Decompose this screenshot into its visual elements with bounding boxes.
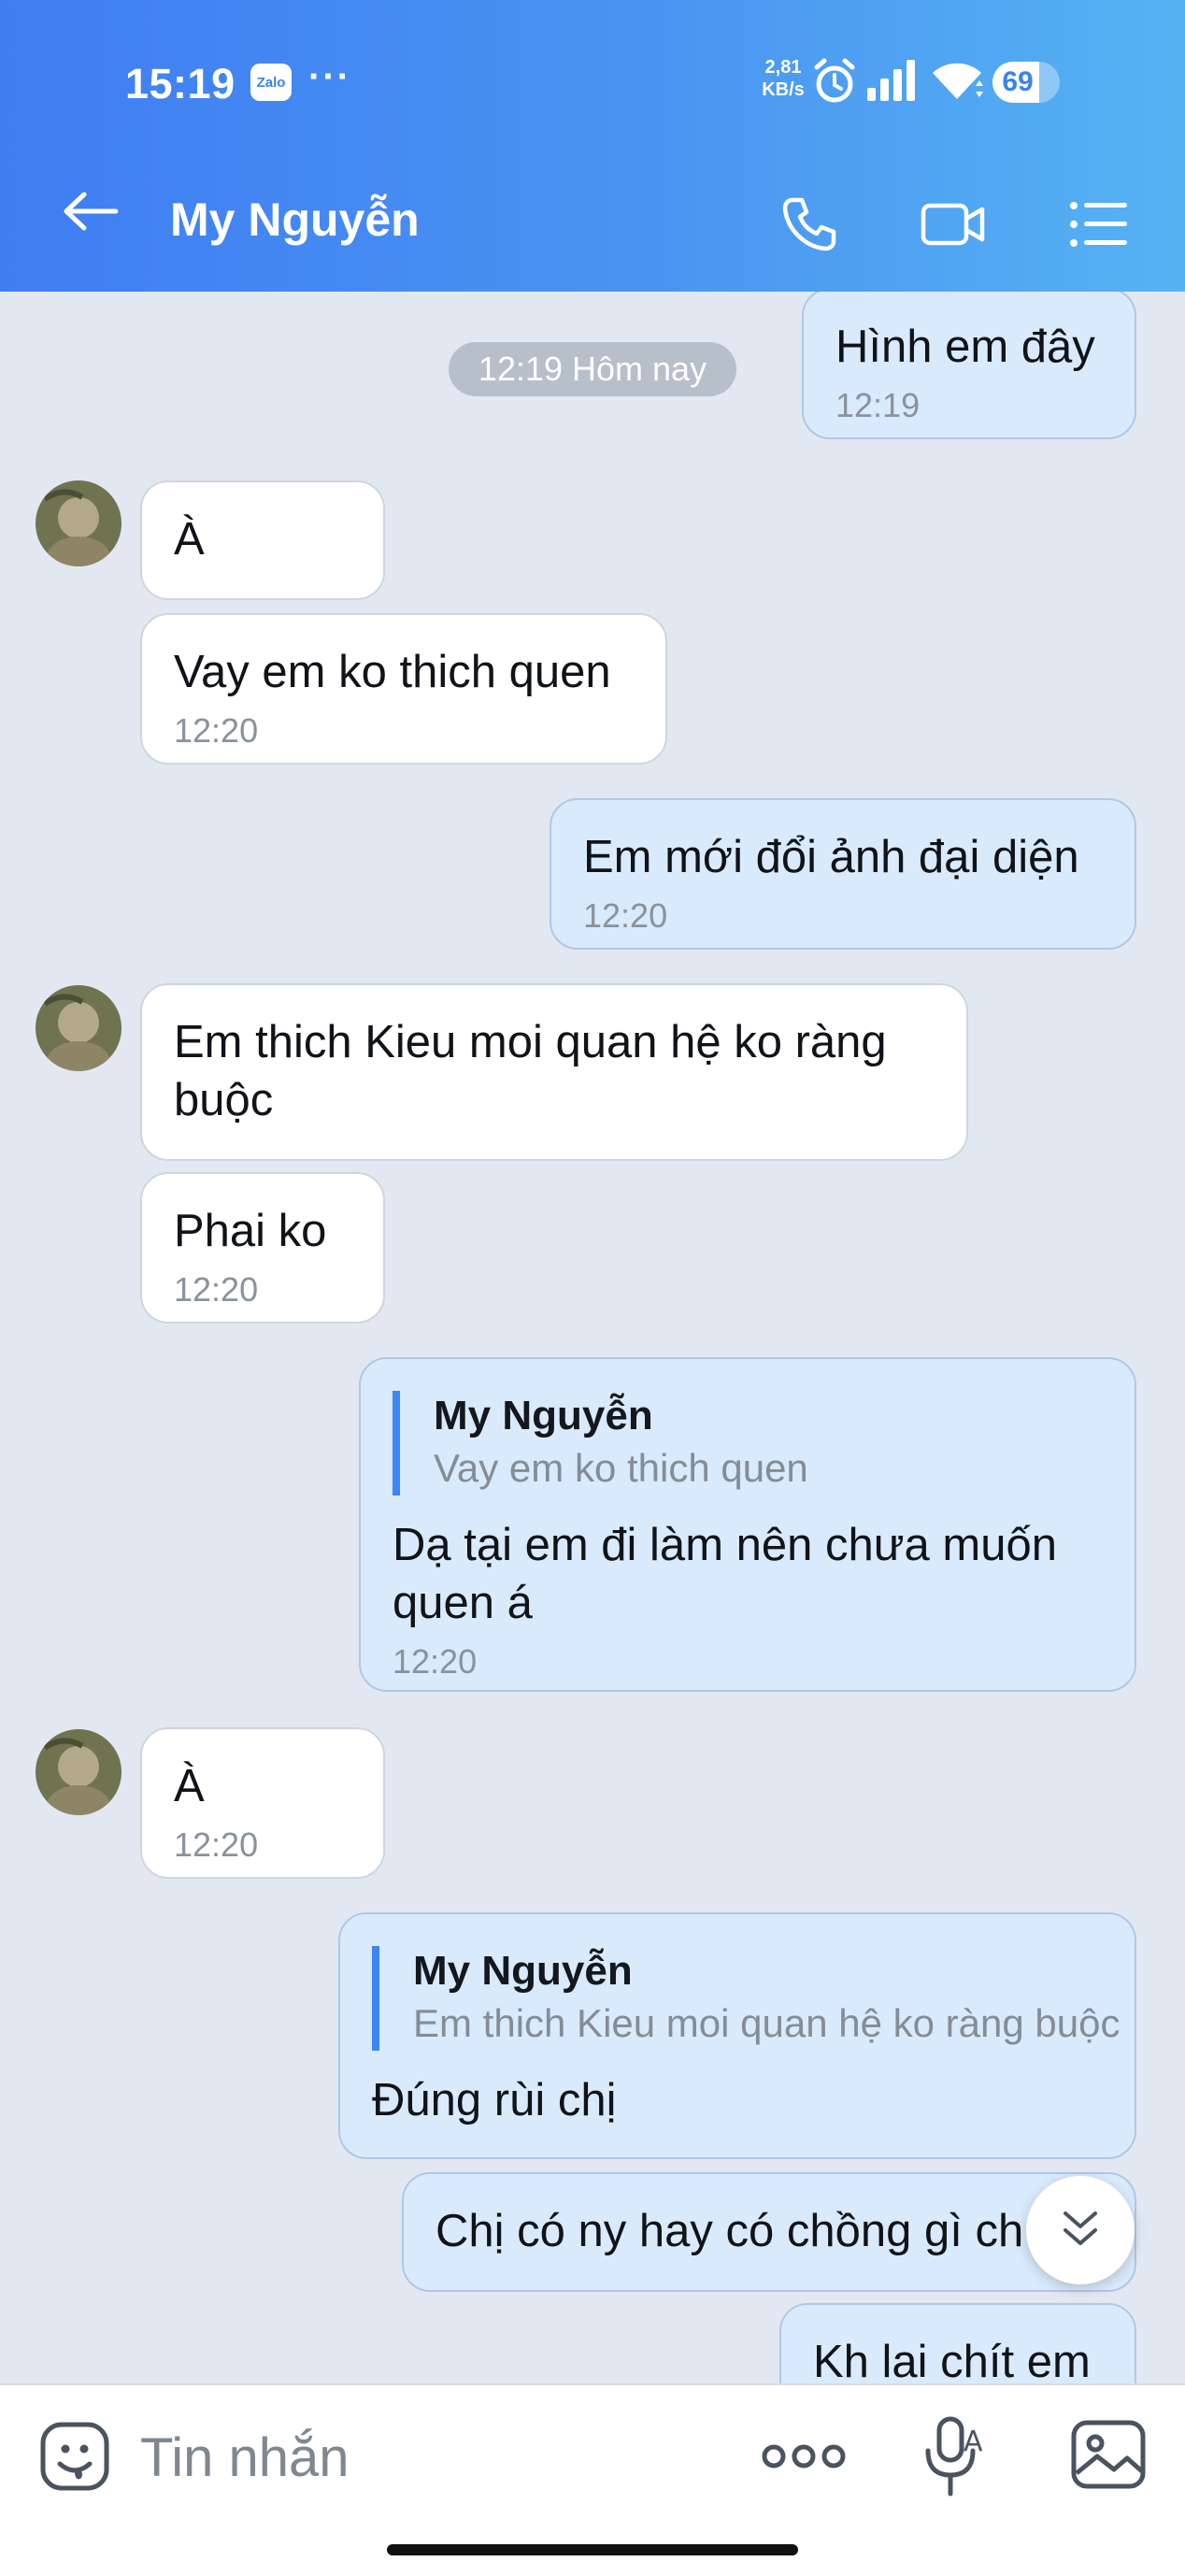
sticker-icon[interactable] <box>36 2417 114 2496</box>
chat-area[interactable]: Hình em đây 12:19 12:19 Hôm nay À Vay em… <box>0 292 1185 2383</box>
message-bubble[interactable]: À 12:20 <box>140 1727 385 1879</box>
quoted-text: Em thich Kieu moi quan hệ ko ràng buộc <box>413 2001 1121 2045</box>
message-text: À <box>174 514 205 565</box>
message-text: Đúng rùi chị <box>372 2075 617 2125</box>
quoted-text: Vay em ko thich quen <box>434 1446 808 1490</box>
message-input[interactable]: Tin nhắn <box>140 2426 350 2489</box>
net-speed-unit: KB/s <box>762 79 805 100</box>
message-bubble[interactable]: À <box>140 480 385 600</box>
status-time: 15:19 <box>125 60 236 107</box>
net-speed: 2,81 KB/s <box>759 56 807 101</box>
net-speed-value: 2,81 <box>764 57 802 78</box>
quoted-message[interactable]: My Nguyễn Vay em ko thich quen <box>393 1391 1103 1496</box>
message-text: Dạ tại em đi làm nên chưa muốn quen á <box>393 1520 1057 1628</box>
wifi-icon <box>929 58 985 109</box>
message-bubble[interactable]: Em mới đổi ảnh đại diện 12:20 <box>550 798 1136 950</box>
contact-name[interactable]: My Nguyễn <box>170 193 420 247</box>
quoted-sender: My Nguyễn <box>434 1393 653 1438</box>
battery-level: 69 <box>1002 66 1034 97</box>
image-icon[interactable] <box>1067 2413 1149 2496</box>
message-time: 12:19 <box>835 386 921 424</box>
message-time: 12:20 <box>393 1642 478 1681</box>
reply-message-bubble[interactable]: My Nguyễn Vay em ko thich quen Dạ tại em… <box>359 1357 1136 1692</box>
reply-message-bubble[interactable]: My Nguyễn Em thich Kieu moi quan hệ ko r… <box>338 1912 1136 2159</box>
message-text: À <box>174 1761 205 1811</box>
message-bubble[interactable]: Phai ko 12:20 <box>140 1172 385 1324</box>
avatar[interactable] <box>36 985 121 1071</box>
avatar[interactable] <box>36 480 121 566</box>
avatar[interactable] <box>36 1729 121 1815</box>
message-text: Em mới đổi ảnh đại diện <box>583 832 1079 882</box>
signal-icon <box>865 58 918 109</box>
message-time: 12:20 <box>583 896 668 935</box>
message-bubble[interactable]: Hình em đây 12:19 <box>802 292 1136 439</box>
message-text: Hình em đây <box>835 322 1095 372</box>
message-text: Kh lai chít em <box>813 2337 1091 2383</box>
status-more-icon: ··· <box>308 56 351 97</box>
video-call-icon[interactable] <box>916 187 991 262</box>
double-chevron-down-icon <box>1058 2206 1103 2255</box>
message-text: Chị có ny hay có chồng gì ch <box>435 2206 1024 2256</box>
message-text: Vay em ko thich quen <box>174 647 611 697</box>
date-separator: 12:19 Hôm nay <box>449 342 736 396</box>
message-input-bar: Tin nhắn A <box>0 2383 1185 2576</box>
app-header: 15:19 Zalo ··· 2,81 KB/s 69 My Nguyễn <box>0 0 1185 292</box>
scroll-to-bottom-button[interactable] <box>1026 2176 1135 2284</box>
message-time: 12:20 <box>174 711 259 750</box>
alarm-icon <box>813 58 856 109</box>
phone-icon[interactable] <box>772 187 847 262</box>
voice-to-text-icon[interactable]: A <box>916 2411 996 2501</box>
message-bubble[interactable]: Em thich Kieu moi quan hệ ko ràng buộc <box>140 983 968 1161</box>
svg-text:A: A <box>964 2426 983 2458</box>
more-options-icon[interactable] <box>757 2426 850 2486</box>
list-menu-icon[interactable] <box>1062 187 1136 262</box>
home-indicator[interactable] <box>387 2544 798 2555</box>
message-text: Phai ko <box>174 1206 327 1256</box>
zalo-icon: Zalo <box>250 64 292 101</box>
message-bubble[interactable]: Kh lai chít em <box>779 2303 1136 2383</box>
message-text: Em thich Kieu moi quan hệ ko ràng buộc <box>174 1017 887 1125</box>
message-time: 12:20 <box>174 1825 259 1864</box>
back-arrow-icon[interactable] <box>62 191 120 236</box>
message-time: 12:20 <box>174 1270 259 1309</box>
quoted-message[interactable]: My Nguyễn Em thich Kieu moi quan hệ ko r… <box>372 1946 1121 2051</box>
message-bubble[interactable]: Vay em ko thich quen 12:20 <box>140 613 667 765</box>
battery-icon: 69 <box>992 62 1060 103</box>
quoted-sender: My Nguyễn <box>413 1948 633 1994</box>
